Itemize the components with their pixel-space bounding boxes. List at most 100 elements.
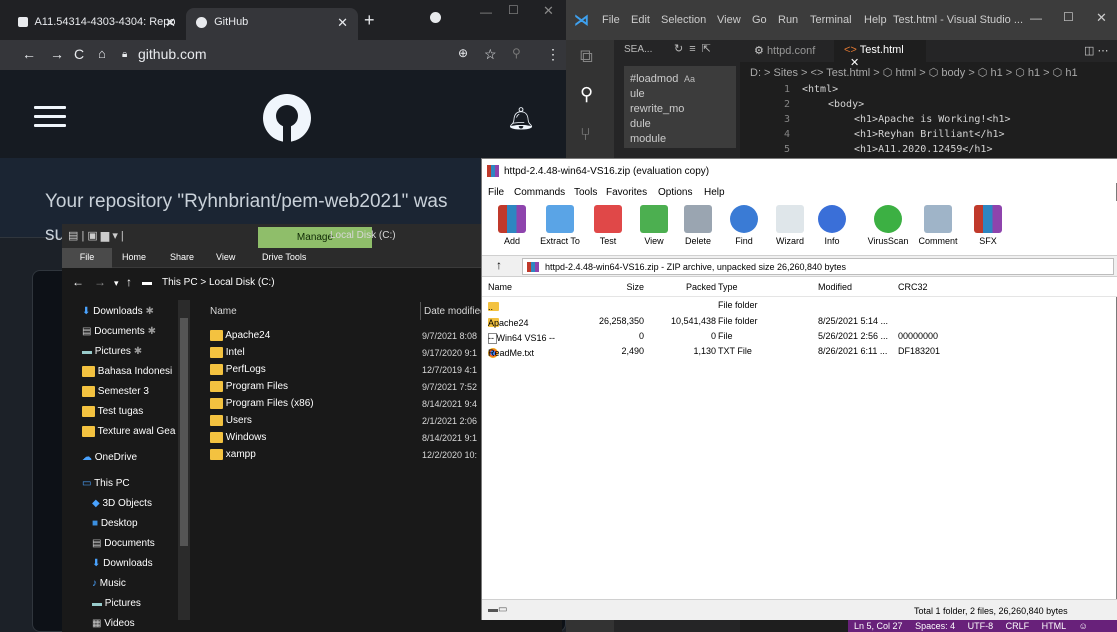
nav-item-onedrive[interactable]: ☁ OneDrive xyxy=(82,452,137,463)
column-header-size[interactable]: Size xyxy=(612,282,644,292)
nav-item-music[interactable]: ♪ Music xyxy=(92,578,126,589)
menu-tools[interactable]: Tools xyxy=(574,187,597,198)
list-item[interactable]: Apache24 xyxy=(210,330,270,341)
list-item[interactable]: Users xyxy=(210,415,252,426)
reload-icon[interactable]: C xyxy=(74,46,84,62)
bookmark-star-icon[interactable]: ☆ xyxy=(484,46,497,63)
menu-favorites[interactable]: Favorites xyxy=(606,187,647,198)
close-tab-icon[interactable]: ✕ xyxy=(165,15,176,31)
test-button[interactable]: Test xyxy=(584,205,632,246)
ribbon-tab-view[interactable]: View xyxy=(216,252,235,262)
recent-locations-icon[interactable]: ▾ xyxy=(114,278,119,289)
minimize-icon[interactable]: — xyxy=(1030,11,1042,25)
split-editor-icon[interactable]: ◫ ⋯ xyxy=(1084,44,1108,57)
tab-search-icon[interactable] xyxy=(430,12,441,23)
nav-item-downloads[interactable]: ⬇ Downloads ✱ xyxy=(82,306,154,317)
close-window-icon[interactable]: ✕ xyxy=(543,3,554,19)
column-header-date[interactable]: Date modified xyxy=(424,306,486,317)
table-row[interactable]: .. File folder xyxy=(482,298,1117,313)
nav-item-pictures[interactable]: ▬ Pictures ✱ xyxy=(82,346,142,357)
home-icon[interactable]: ⌂ xyxy=(98,46,106,61)
column-header-name[interactable]: Name xyxy=(488,282,512,292)
browser-tab-github[interactable]: GitHub ✕ xyxy=(186,8,358,40)
ribbon-tab-share[interactable]: Share xyxy=(170,252,194,262)
info-button[interactable]: Info xyxy=(808,205,856,246)
list-item[interactable]: Intel xyxy=(210,347,245,358)
sidebar-actions-icon[interactable]: ↻≡⇱ xyxy=(674,42,717,55)
feedback-icon[interactable]: ☺ xyxy=(1079,621,1088,631)
nav-item-this-pc[interactable]: ▭ This PC xyxy=(82,478,130,489)
match-case-toggle[interactable]: Aa xyxy=(684,72,695,87)
nav-scrollbar[interactable] xyxy=(178,300,190,620)
add-button[interactable]: Add xyxy=(488,205,536,246)
list-item[interactable]: Windows xyxy=(210,432,266,443)
nav-item-documents[interactable]: ▤ Documents ✱ xyxy=(82,326,156,337)
tab-httpd-conf[interactable]: ⚙ httpd.conf xyxy=(744,40,825,62)
column-header-name[interactable]: Name xyxy=(210,306,237,317)
column-header-packed[interactable]: Packed xyxy=(676,282,716,292)
minimize-icon[interactable]: — xyxy=(480,5,492,19)
close-window-icon[interactable]: ✕ xyxy=(1096,10,1107,26)
nav-item-semester-3[interactable]: Semester 3 xyxy=(82,386,149,397)
ribbon-tab-home[interactable]: Home xyxy=(122,252,146,262)
view-button[interactable]: View xyxy=(630,205,678,246)
nav-item-texture[interactable]: Texture awal Gea xyxy=(82,426,175,437)
search-input[interactable]: #loadmod ule rewrite_mo dule module Aa xyxy=(624,66,736,148)
github-logo-icon[interactable] xyxy=(263,94,311,142)
menu-help[interactable]: Help xyxy=(704,187,725,198)
table-row[interactable]: ReadMe.txt 2,490 1,130 TXT File 8/26/202… xyxy=(482,344,1117,359)
chrome-menu-icon[interactable]: ⋮ xyxy=(546,46,560,63)
find-button[interactable]: Find xyxy=(720,205,768,246)
menu-terminal[interactable]: Terminal xyxy=(810,14,852,26)
quick-access-toolbar-icon[interactable]: ▤ | ▣ ▆ ▾ | xyxy=(68,229,124,242)
list-item[interactable]: Program Files xyxy=(210,381,288,392)
source-control-icon[interactable]: ⑂ xyxy=(580,124,591,145)
tab-test-html[interactable]: <> Test.html ✕ xyxy=(834,40,926,69)
up-icon[interactable]: ↑ xyxy=(496,258,502,272)
wizard-button[interactable]: Wizard xyxy=(766,205,814,246)
virusscan-button[interactable]: VirusScan xyxy=(864,205,912,246)
url-bar[interactable]: github.com xyxy=(138,46,206,62)
list-item[interactable]: PerfLogs xyxy=(210,364,266,375)
status-encoding[interactable]: UTF-8 xyxy=(968,621,994,631)
nav-item-downloads-pc[interactable]: ⬇ Downloads xyxy=(92,558,153,569)
new-tab-icon[interactable]: + xyxy=(364,10,375,31)
status-cursor-position[interactable]: Ln 5, Col 27 xyxy=(854,621,903,631)
back-icon[interactable]: ← xyxy=(72,275,84,289)
address-path[interactable]: This PC > Local Disk (C:) xyxy=(162,277,275,288)
comment-button[interactable]: Comment xyxy=(914,205,962,246)
close-tab-icon[interactable]: ✕ xyxy=(337,15,348,31)
list-item[interactable]: Program Files (x86) xyxy=(210,398,314,409)
extension-icon[interactable]: ⚲ xyxy=(512,46,521,60)
archive-path[interactable]: httpd-2.4.48-win64-VS16.zip - ZIP archiv… xyxy=(522,258,1114,275)
hamburger-menu-icon[interactable] xyxy=(34,106,66,128)
menu-file[interactable]: File xyxy=(602,14,620,26)
menu-commands[interactable]: Commands xyxy=(514,187,565,198)
nav-item-3d-objects[interactable]: ◆ 3D Objects xyxy=(92,498,152,509)
extract-to-button[interactable]: Extract To xyxy=(536,205,584,246)
menu-options[interactable]: Options xyxy=(658,187,692,198)
ribbon-tab-file[interactable]: File xyxy=(62,248,112,268)
status-eol[interactable]: CRLF xyxy=(1006,621,1030,631)
list-item[interactable]: xampp xyxy=(210,449,256,460)
menu-go[interactable]: Go xyxy=(752,14,767,26)
nav-item-pictures-pc[interactable]: ▬ Pictures xyxy=(92,598,141,609)
forward-icon[interactable]: → xyxy=(94,275,106,289)
nav-item-videos[interactable]: ▦ Videos xyxy=(92,618,135,629)
nav-item-desktop[interactable]: ■ Desktop xyxy=(92,518,138,529)
status-language[interactable]: HTML xyxy=(1042,621,1067,631)
menu-view[interactable]: View xyxy=(717,14,741,26)
zoom-icon[interactable]: ⊕ xyxy=(458,46,468,60)
menu-edit[interactable]: Edit xyxy=(631,14,650,26)
maximize-icon[interactable]: ☐ xyxy=(1063,10,1074,24)
menu-file[interactable]: File xyxy=(488,187,504,198)
status-indentation[interactable]: Spaces: 4 xyxy=(915,621,955,631)
drive-key-icon[interactable]: ▬▭ xyxy=(488,604,507,615)
nav-item-bahasa-indonesia[interactable]: Bahasa Indonesi xyxy=(82,366,172,377)
maximize-icon[interactable]: ☐ xyxy=(508,3,519,17)
nav-item-documents-pc[interactable]: ▤ Documents xyxy=(92,538,155,549)
column-header-crc32[interactable]: CRC32 xyxy=(898,282,928,292)
breadcrumb[interactable]: D: > Sites > <> Test.html > ⬡ html > ⬡ b… xyxy=(750,66,1078,79)
sfx-button[interactable]: SFX xyxy=(964,205,1012,246)
menu-selection[interactable]: Selection xyxy=(661,14,706,26)
